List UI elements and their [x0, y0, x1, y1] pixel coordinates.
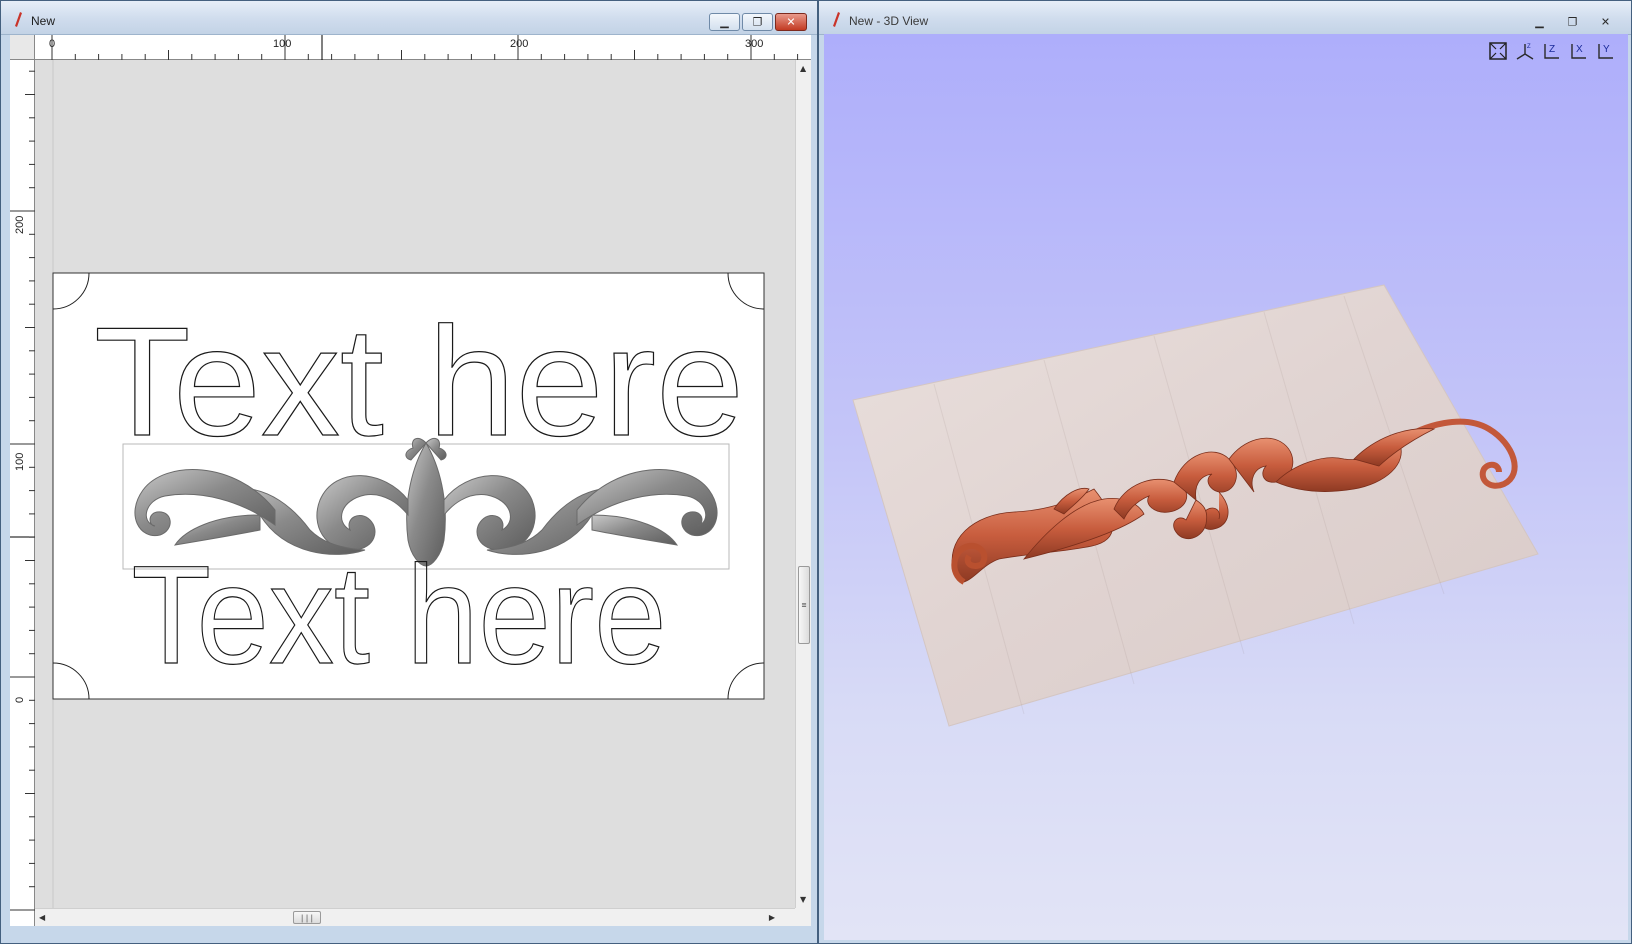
restore-icon: ❐	[1567, 15, 1578, 29]
close-button[interactable]: ✕	[775, 13, 807, 31]
scroll-corner	[795, 908, 811, 926]
vertical-ruler: 200 100 0	[10, 60, 35, 926]
minimize-icon: ▁	[720, 15, 729, 29]
close-button[interactable]: ✕	[1590, 13, 1621, 31]
ruler-v-label: 200	[14, 216, 26, 234]
horizontal-ruler: 0 100 200 300	[35, 35, 811, 60]
vertical-scrollbar[interactable]: ▲ ≡ ▼	[795, 60, 811, 908]
ruler-v-label: 100	[14, 453, 26, 471]
minimize-icon: ▁	[1535, 15, 1544, 29]
window-title-3d: New - 3D View	[849, 14, 929, 28]
ruler-v-label: 0	[14, 697, 26, 703]
app-logo-icon	[15, 12, 22, 27]
minimize-button[interactable]: ▁	[709, 13, 740, 31]
restore-icon: ❐	[752, 15, 763, 29]
3d-view-window: New - 3D View ▁ ❐ ✕ Z Z X Y	[818, 0, 1632, 944]
app-logo-icon	[833, 12, 840, 27]
horizontal-scrollbar[interactable]: ◀ ||| ▶	[35, 908, 795, 926]
scroll-down-arrow-icon[interactable]: ▼	[800, 895, 806, 904]
title-bar-2d[interactable]: New ▁ ❐ ✕	[1, 1, 817, 35]
window-controls-3d: ▁ ❐ ✕	[1522, 13, 1621, 31]
ruler-h-label: 300	[745, 38, 763, 50]
title-bar-3d[interactable]: New - 3D View ▁ ❐ ✕	[819, 1, 1631, 35]
text-vector-bottom[interactable]: Text here	[131, 535, 667, 693]
ruler-corner	[10, 35, 35, 60]
design-canvas-2d[interactable]: Text here Text here	[35, 60, 795, 908]
minimize-button[interactable]: ▁	[1524, 13, 1555, 31]
scroll-left-arrow-icon[interactable]: ◀	[39, 913, 45, 922]
window-controls-2d: ▁ ❐ ✕	[707, 13, 807, 31]
restore-button[interactable]: ❐	[742, 13, 773, 31]
ruler-h-label: 200	[510, 38, 528, 50]
horizontal-scroll-thumb[interactable]: |||	[293, 911, 321, 924]
close-icon: ✕	[786, 15, 796, 29]
close-icon: ✕	[1600, 15, 1611, 29]
grip-icon: |||	[299, 913, 315, 922]
ruler-h-label: 100	[273, 38, 291, 50]
scroll-up-arrow-icon[interactable]: ▲	[800, 64, 806, 73]
restore-button[interactable]: ❐	[1557, 13, 1588, 31]
design-window-2d: New ▁ ❐ ✕ 0 100 200 300 200 100 0	[0, 0, 818, 944]
3d-viewport[interactable]: Z Z X Y	[824, 34, 1628, 940]
window-title-2d: New	[31, 14, 56, 28]
scroll-right-arrow-icon[interactable]: ▶	[769, 913, 775, 922]
grip-icon: ≡	[801, 600, 807, 610]
vertical-scroll-thumb[interactable]: ≡	[798, 566, 810, 644]
